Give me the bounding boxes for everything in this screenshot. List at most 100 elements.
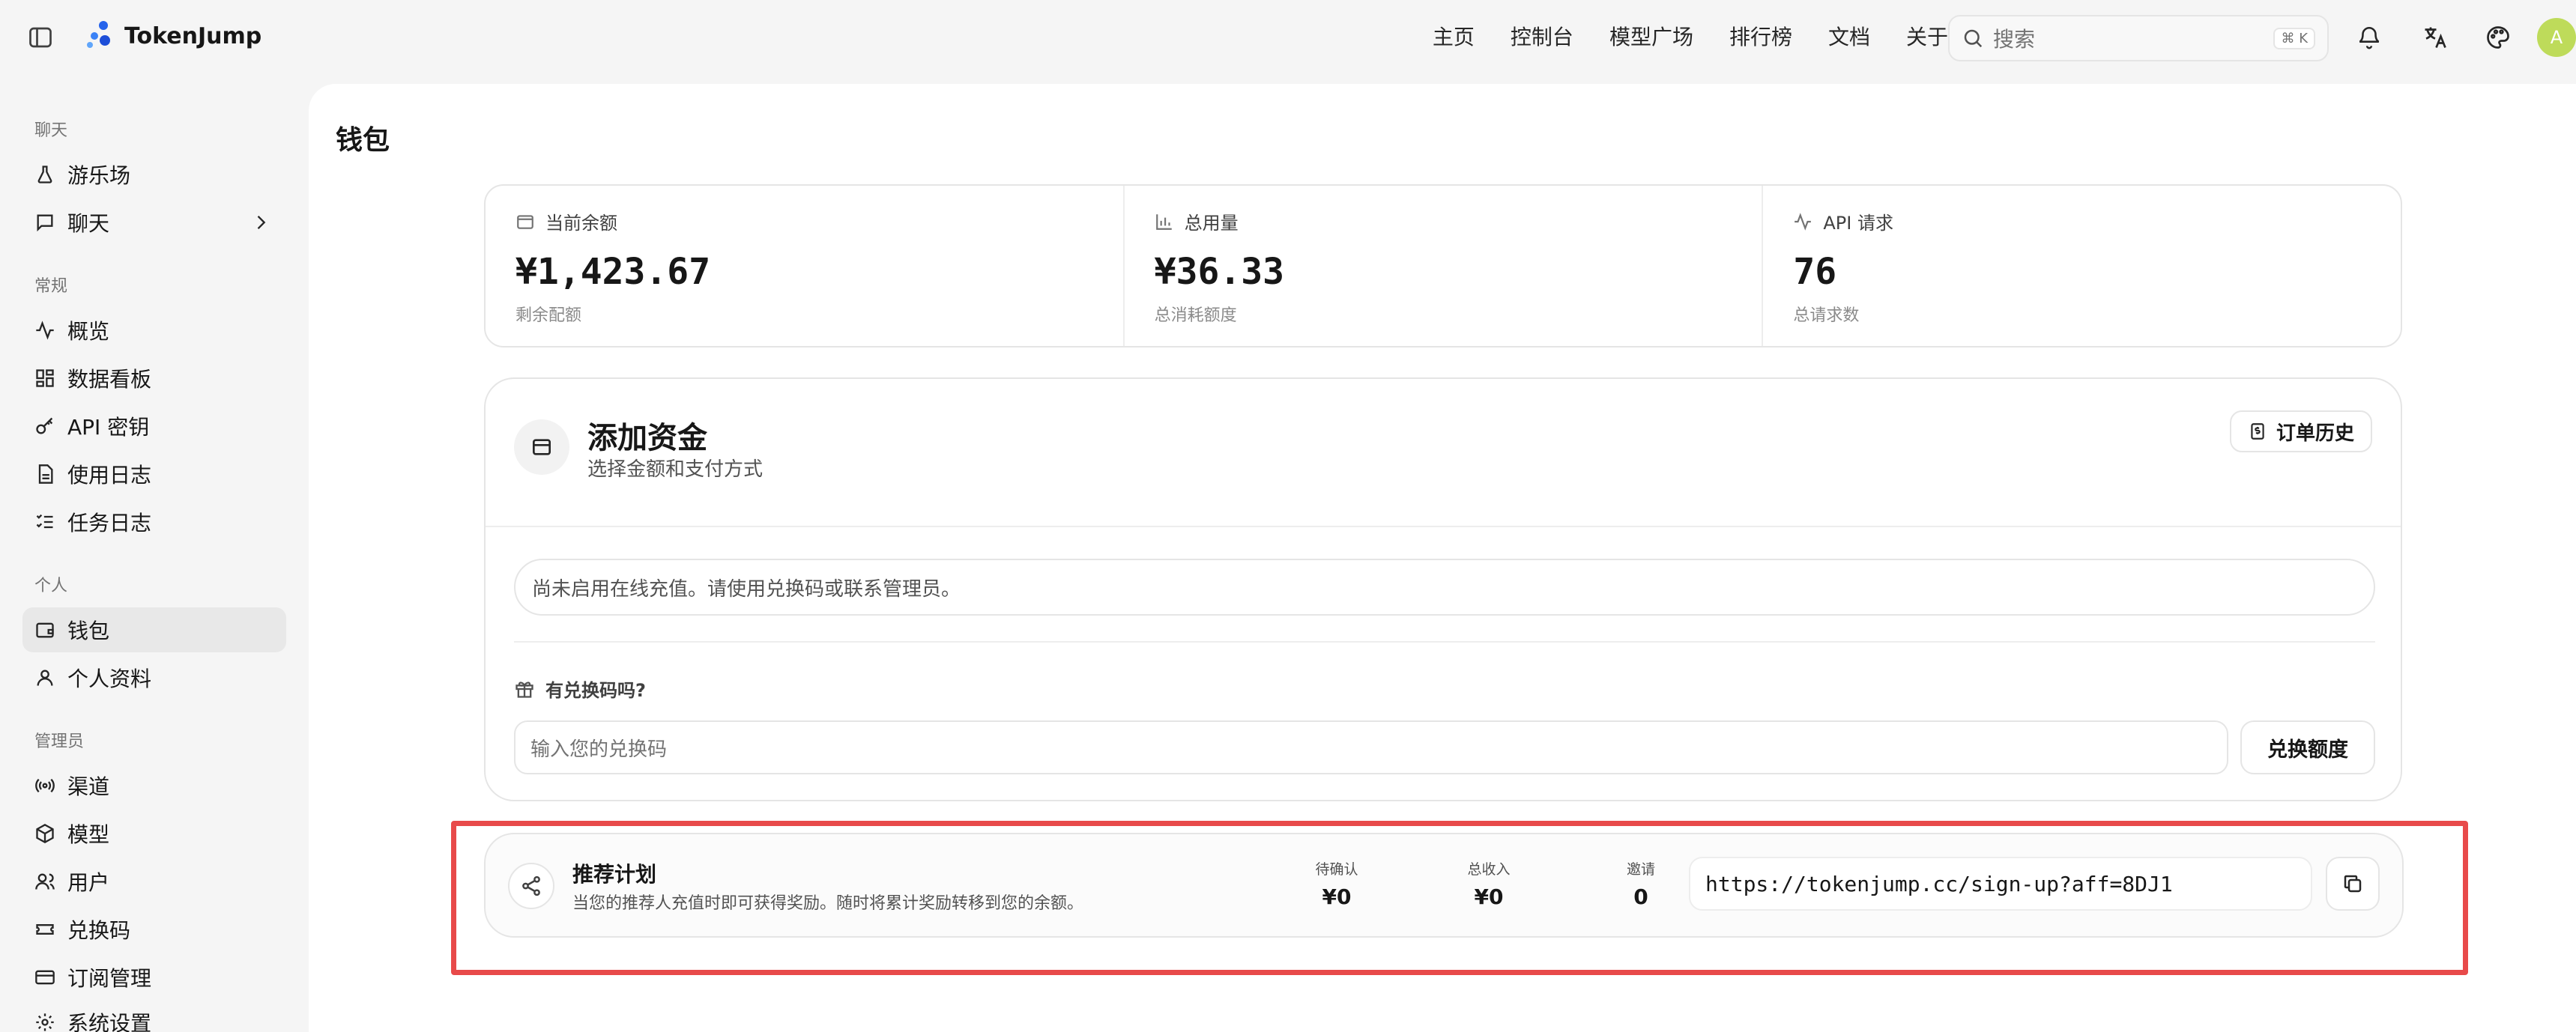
add-funds-subtitle: 选择金额和支付方式 (587, 458, 764, 481)
stat-label: 总用量 (1184, 213, 1239, 234)
sidebar-item-wallet[interactable]: 钱包 (22, 607, 286, 652)
referral-pending: 待确认 ¥0 (1292, 858, 1382, 909)
grid-icon (36, 369, 54, 387)
user-icon (37, 670, 53, 686)
sidebar-item-label: 钱包 (67, 619, 110, 643)
referral-link-field[interactable]: https://tokenjump.cc/sign-up?aff=8DJ1 (1689, 857, 2312, 911)
nav-home[interactable]: 主页 (1433, 21, 1475, 51)
nav-console[interactable]: 控制台 (1511, 21, 1573, 51)
stat-sub: 总消耗额度 (1154, 306, 1237, 325)
stat-requests: API 请求 76 总请求数 (1762, 186, 2401, 346)
referral-card: 推荐计划 当您的推荐人充值时即可获得奖励。随时将累计奖励转移到您的余额。 待确认… (484, 833, 2404, 938)
sidebar: 聊天 游乐场 聊天 常规 概览 数据看板 API 密钥 使用日志 任务日志 个人… (0, 75, 307, 1032)
sidebar-item-models[interactable]: 模型 (22, 811, 286, 856)
stats-card: 当前余额 ¥1,423.67 剩余配额 总用量 ¥36.33 总消耗额度 API… (484, 184, 2402, 347)
chevron-right-icon[interactable] (250, 212, 271, 233)
translate-icon[interactable] (2420, 22, 2450, 52)
sidebar-item-label: 用户 (67, 870, 110, 895)
nav-leaderboard[interactable]: 排行榜 (1729, 21, 1792, 51)
sidebar-item-redemption[interactable]: 兑换码 (22, 907, 286, 952)
palette-icon[interactable] (2483, 22, 2513, 52)
chat-icon (37, 214, 53, 232)
sidebar-group-personal: 个人 (34, 577, 68, 595)
search-shortcut: ⌘ K (2273, 27, 2315, 49)
search-input[interactable]: 搜索 ⌘ K (1948, 15, 2329, 61)
credit-card-icon (35, 970, 55, 985)
add-funds-card: 添加资金 选择金额和支付方式 订单历史 尚未启用在线充值。请使用兑换码或联系管理… (484, 377, 2402, 801)
sidebar-item-overview[interactable]: 概览 (22, 308, 286, 353)
activity-icon (1795, 212, 1812, 231)
nav-about[interactable]: 关于 (1906, 21, 1948, 51)
sidebar-item-profile[interactable]: 个人资料 (22, 655, 286, 700)
sidebar-item-label: 概览 (67, 319, 110, 344)
stat-value: 76 (1793, 251, 1837, 293)
sidebar-item-playground[interactable]: 游乐场 (22, 152, 286, 197)
sidebar-item-usage-logs[interactable]: 使用日志 (22, 452, 286, 497)
sidebar-item-label: 系统设置 (67, 1011, 152, 1032)
sidebar-item-label: API 密钥 (67, 415, 150, 440)
topup-disabled-notice: 尚未启用在线充值。请使用兑换码或联系管理员。 (514, 559, 2375, 616)
referral-income-value: ¥0 (1474, 884, 1504, 909)
referral-invites-label: 邀请 (1626, 861, 1655, 878)
nav-model-square[interactable]: 模型广场 (1609, 21, 1693, 51)
sidebar-item-subscriptions[interactable]: 订阅管理 (22, 955, 286, 1000)
sidebar-group-admin: 管理员 (34, 732, 85, 751)
sidebar-item-channels[interactable]: 渠道 (22, 763, 286, 808)
sidebar-item-label: 个人资料 (67, 667, 152, 691)
gift-icon (515, 681, 533, 698)
sidebar-item-label: 模型 (67, 822, 110, 847)
referral-pending-label: 待确认 (1315, 861, 1358, 878)
divider (486, 526, 2401, 527)
referral-income: 总收入 ¥0 (1444, 858, 1534, 909)
copy-icon (2344, 875, 2362, 893)
wallet-icon (517, 214, 533, 229)
sidebar-group-general: 常规 (34, 277, 68, 296)
redeem-button[interactable]: 兑换额度 (2240, 720, 2375, 774)
users-icon (35, 873, 55, 890)
logo-icon (87, 21, 110, 48)
stat-sub: 总请求数 (1793, 306, 1860, 325)
brand-name: TokenJump (124, 22, 262, 49)
sidebar-item-label: 聊天 (67, 211, 110, 236)
share-icon[interactable] (508, 863, 554, 909)
sidebar-item-label: 渠道 (67, 774, 110, 799)
box-icon (36, 823, 54, 844)
referral-invites-value: 0 (1633, 884, 1648, 909)
nav-docs[interactable]: 文档 (1828, 21, 1870, 51)
search-icon (1964, 29, 1983, 48)
order-history-button[interactable]: 订单历史 (2229, 410, 2372, 452)
wallet-icon (514, 419, 569, 475)
search-placeholder: 搜索 (1993, 27, 2036, 52)
stat-label: 当前余额 (545, 213, 617, 234)
bar-chart-icon (1155, 213, 1172, 230)
redeem-question: 有兑换码吗? (514, 676, 646, 702)
sidebar-item-task-logs[interactable]: 任务日志 (22, 500, 286, 544)
order-history-label: 订单历史 (2276, 422, 2354, 445)
redeem-code-input[interactable]: 输入您的兑换码 (514, 720, 2228, 774)
document-icon (38, 464, 53, 484)
referral-income-label: 总收入 (1467, 861, 1511, 878)
sidebar-group-chat: 聊天 (34, 121, 68, 140)
copy-button[interactable] (2326, 857, 2380, 911)
avatar[interactable]: A (2537, 18, 2576, 57)
divider (514, 641, 2375, 643)
page-title: 钱包 (336, 125, 390, 156)
bell-icon[interactable] (2354, 22, 2384, 52)
referral-invites: 邀请 0 (1596, 858, 1686, 909)
sidebar-item-settings[interactable]: 系统设置 (22, 1000, 286, 1032)
ticket-icon (36, 924, 54, 935)
stat-value: ¥1,423.67 (515, 251, 711, 293)
wallet-icon (36, 622, 54, 638)
sidebar-item-dashboard[interactable]: 数据看板 (22, 356, 286, 401)
brand[interactable]: TokenJump (84, 19, 261, 52)
stat-sub: 剩余配额 (515, 306, 582, 325)
sidebar-item-label: 使用日志 (67, 463, 152, 488)
gear-icon (36, 1013, 54, 1031)
sidebar-item-chat[interactable]: 聊天 (22, 200, 286, 245)
receipt-icon (2251, 423, 2264, 440)
sidebar-toggle-icon[interactable] (27, 24, 54, 51)
sidebar-item-label: 任务日志 (67, 511, 152, 535)
sidebar-item-users[interactable]: 用户 (22, 859, 286, 904)
sidebar-item-api-keys[interactable]: API 密钥 (22, 404, 286, 449)
sidebar-item-label: 兑换码 (67, 918, 131, 943)
